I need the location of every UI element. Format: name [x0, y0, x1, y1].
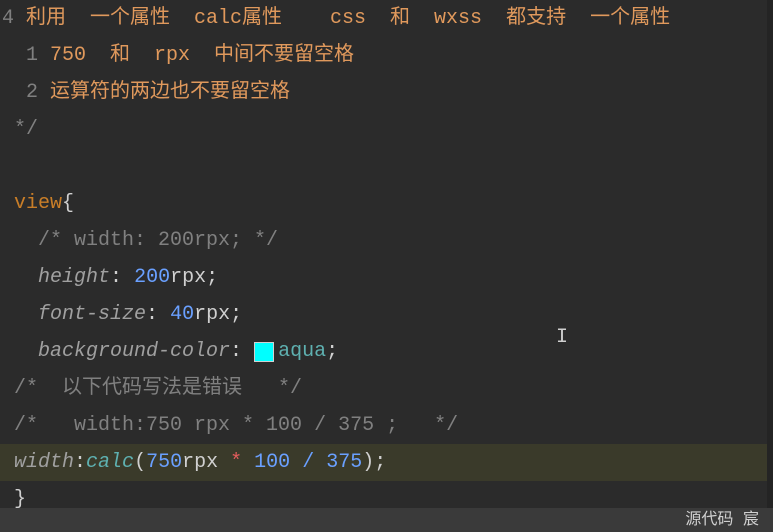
css-property: height [38, 260, 110, 296]
css-property: background-color [38, 334, 230, 370]
code-line[interactable]: /* width: 200rpx; */ [0, 222, 773, 259]
css-unit: rpx [194, 297, 230, 333]
operator: / [302, 445, 314, 481]
css-property: font-size [38, 297, 146, 333]
paren-close: ) [362, 445, 374, 481]
colon: : [110, 260, 122, 296]
code-line[interactable]: height: 200rpx; [0, 259, 773, 296]
status-bar: 源代码 宸 [0, 508, 773, 532]
comment-text: 利用 一个属性 calc属性 css 和 wxss 都支持 一个属性 [26, 1, 670, 37]
comment-text: 4 [2, 1, 26, 37]
scrollbar[interactable] [767, 0, 773, 508]
css-value-number: 100 [254, 445, 290, 481]
comment-close [2, 112, 14, 148]
code-line-active[interactable]: width:calc(750rpx * 100 / 375); [0, 444, 773, 481]
code-line[interactable]: 4 利用 一个属性 calc属性 css 和 wxss 都支持 一个属性 [0, 0, 773, 37]
css-value-keyword: aqua [278, 334, 326, 370]
status-encoding-label[interactable]: 源代码 宸 [685, 506, 759, 532]
comment-text: /* 以下代码写法是错误 */ [14, 371, 302, 407]
comment-text: 运算符的两边也不要留空格 [50, 75, 290, 111]
code-editor[interactable]: 4 利用 一个属性 calc属性 css 和 wxss 都支持 一个属性 1 7… [0, 0, 773, 532]
css-value-number: 40 [170, 297, 194, 333]
css-value-number: 375 [326, 445, 362, 481]
css-unit: rpx [170, 260, 206, 296]
code-line[interactable]: 1 750 和 rpx 中间不要留空格 [0, 37, 773, 74]
paren-open: ( [134, 445, 146, 481]
code-line[interactable]: */ [0, 111, 773, 148]
brace-open: { [62, 186, 74, 222]
code-line[interactable]: font-size: 40rpx; [0, 296, 773, 333]
comment-text: 2 [2, 75, 50, 111]
semicolon: ; [374, 445, 386, 481]
css-value-number: 200 [134, 260, 170, 296]
css-value-number: 750 [146, 445, 182, 481]
colon: : [74, 445, 86, 481]
semicolon: ; [326, 334, 338, 370]
colon: : [146, 297, 158, 333]
operator: * [230, 445, 242, 481]
code-line-blank[interactable] [0, 148, 773, 185]
selector: view [14, 186, 62, 222]
code-line[interactable]: /* width:750 rpx * 100 / 375 ; */ [0, 407, 773, 444]
semicolon: ; [206, 260, 218, 296]
color-swatch-icon[interactable] [254, 342, 274, 362]
comment-close: */ [14, 112, 38, 148]
comment-text: /* width:750 rpx * 100 / 375 ; */ [14, 408, 458, 444]
css-property: width [14, 445, 74, 481]
code-line[interactable]: 2 运算符的两边也不要留空格 [0, 74, 773, 111]
code-line[interactable]: /* 以下代码写法是错误 */ [0, 370, 773, 407]
comment-text: /* width: 200rpx; */ [38, 223, 278, 259]
css-function: calc [86, 445, 134, 481]
colon: : [230, 334, 242, 370]
css-unit: rpx [182, 445, 218, 481]
code-line[interactable]: background-color: aqua; [0, 333, 773, 370]
comment-text: 750 和 rpx 中间不要留空格 [50, 38, 354, 74]
semicolon: ; [230, 297, 242, 333]
code-line[interactable]: view{ [0, 185, 773, 222]
comment-text: 1 [2, 38, 50, 74]
